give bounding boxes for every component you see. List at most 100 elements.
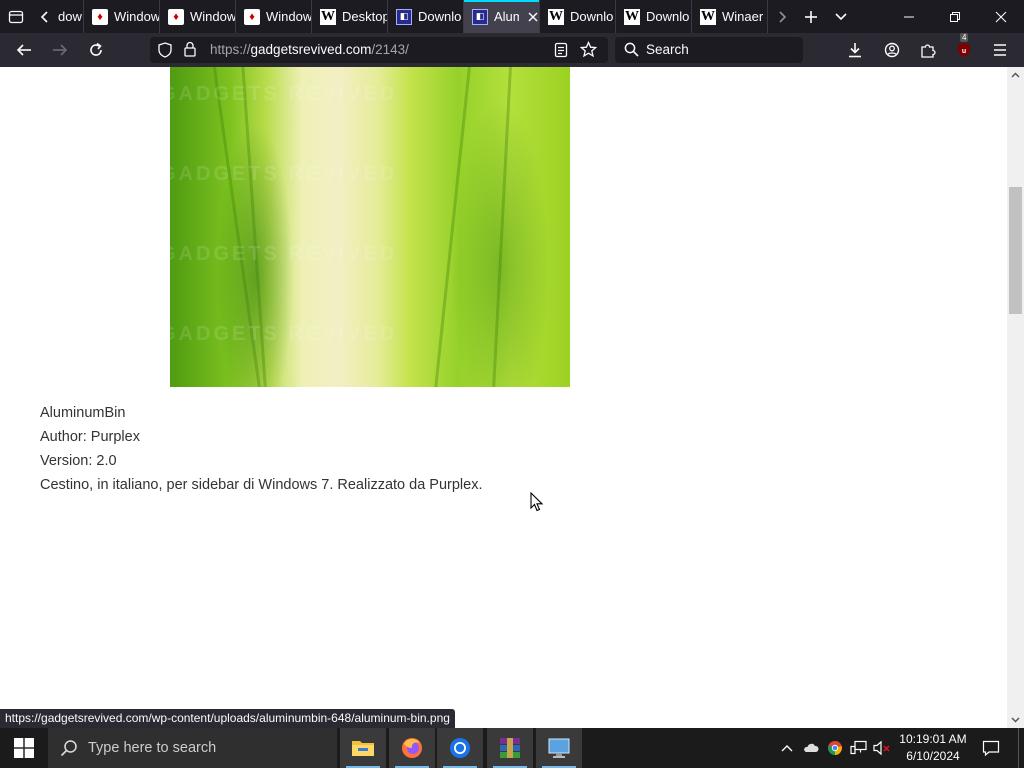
show-hidden-icons-button[interactable] <box>777 728 797 768</box>
url-path: /2143/ <box>371 42 409 57</box>
notification-center-button[interactable] <box>978 728 1004 768</box>
tab-windows-3[interactable]: ♦ Windows <box>236 0 312 33</box>
taskbar-chrome[interactable] <box>437 728 483 768</box>
account-button[interactable] <box>878 36 906 64</box>
taskbar-winrar[interactable] <box>487 728 533 768</box>
list-all-tabs-button[interactable] <box>829 0 853 33</box>
bookmark-star-icon[interactable] <box>579 40 598 63</box>
url-scheme: https:// <box>210 42 251 57</box>
tab-desktop[interactable]: W Desktop <box>312 0 388 33</box>
tab-strip: dow ♦ Windows ♦ Windows ♦ Windows W Desk… <box>0 0 1024 33</box>
link-status-bar: https://gadgetsrevived.com/wp-content/up… <box>0 709 455 728</box>
tab-winaero[interactable]: W Winaer <box>692 0 768 33</box>
scroll-tabs-left-button[interactable] <box>34 0 56 33</box>
scroll-down-arrow-icon[interactable] <box>1007 712 1024 728</box>
cloud-icon <box>804 743 819 752</box>
tab-windows-2[interactable]: ♦ Windows <box>160 0 236 33</box>
firefox-view-button[interactable] <box>4 0 28 33</box>
arrow-left-icon <box>16 44 31 56</box>
image-watermark: GADGETS REVIVED <box>170 243 398 265</box>
network-button[interactable] <box>849 728 869 768</box>
card-icon: ♦ <box>244 8 260 25</box>
clock-time: 10:19:01 AM <box>899 732 967 746</box>
firefox-view-icon <box>8 10 24 23</box>
start-button[interactable] <box>0 728 48 768</box>
gadget-name: AluminumBin <box>40 405 126 421</box>
scroll-tabs-right-button[interactable] <box>771 0 793 33</box>
tab-windows-1[interactable]: ♦ Windows <box>84 0 160 33</box>
notification-icon <box>982 740 1000 757</box>
download-arrow-icon <box>849 43 861 58</box>
tab-title: Downlo <box>418 9 462 24</box>
windows-logo-icon <box>14 738 34 758</box>
download-icon: ◧ <box>472 8 488 25</box>
show-desktop-button[interactable] <box>1018 728 1024 768</box>
taskbar-file-explorer[interactable] <box>340 728 386 768</box>
scroll-up-arrow-icon[interactable] <box>1007 67 1024 83</box>
tab-download-3[interactable]: W Downlo <box>616 0 692 33</box>
volume-button[interactable] <box>872 728 892 768</box>
taskbar-firefox[interactable] <box>389 728 435 768</box>
close-icon <box>995 11 1007 22</box>
chrome-icon <box>828 741 842 755</box>
tab-title: Windows <box>266 9 311 24</box>
winrar-icon <box>500 738 520 758</box>
chevron-down-icon <box>835 12 847 20</box>
tab-download-2[interactable]: W Downlo <box>540 0 616 33</box>
card-icon: ♦ <box>168 8 184 25</box>
image-watermark: GADGETS REVIVED <box>170 323 398 345</box>
address-bar[interactable]: https://gadgetsrevived.com/2143/ <box>150 37 608 63</box>
chrome-icon <box>450 738 470 758</box>
taskbar-search-placeholder: Type here to search <box>88 740 217 756</box>
minimize-button[interactable] <box>886 0 932 33</box>
search-placeholder: Search <box>646 42 689 57</box>
ublock-button[interactable]: u 4 <box>950 33 978 64</box>
close-tab-button[interactable] <box>527 11 539 23</box>
w-icon: W <box>548 8 564 25</box>
taskbar-search-box[interactable]: Type here to search <box>48 728 337 768</box>
reader-view-icon[interactable] <box>554 42 568 63</box>
reload-button[interactable] <box>82 36 110 64</box>
downloads-button[interactable] <box>841 36 869 64</box>
tab-title: Alum <box>494 9 519 24</box>
gadget-preview-image[interactable]: GADGETS REVIVED GADGETS REVIVED GADGETS … <box>170 67 570 387</box>
network-icon <box>850 740 867 755</box>
tab-aluminumbin[interactable]: ◧ Alum <box>464 0 540 33</box>
taskbar-clock[interactable]: 10:19:01 AM 6/10/2024 <box>893 731 973 765</box>
restore-button[interactable] <box>932 0 978 33</box>
extensions-button[interactable] <box>914 36 942 64</box>
close-window-button[interactable] <box>978 0 1024 33</box>
lock-icon[interactable] <box>184 41 196 62</box>
gadget-description-text: Cestino, in italiano, per sidebar di Win… <box>40 477 483 493</box>
new-tab-button[interactable] <box>799 0 823 33</box>
search-bar[interactable]: Search <box>615 37 803 63</box>
download-icon: ◧ <box>396 8 412 25</box>
tab-partial[interactable]: dow <box>54 0 84 33</box>
chevron-right-icon <box>779 10 787 23</box>
tab-title: Downlo <box>570 9 614 24</box>
page-scrollbar[interactable] <box>1007 67 1024 728</box>
tab-title: Windows <box>114 9 159 24</box>
app-menu-button[interactable] <box>986 36 1014 64</box>
w-icon: W <box>700 8 716 25</box>
windows-taskbar: Type here to search 10:19:01 AM 6/10/202… <box>0 728 1024 768</box>
ublock-icon: u <box>958 43 970 57</box>
w-icon: W <box>320 8 336 25</box>
monitor-icon <box>548 738 570 758</box>
search-icon <box>60 739 78 761</box>
firefox-icon <box>402 738 422 758</box>
hamburger-menu-icon <box>994 44 1006 56</box>
back-button[interactable] <box>10 36 38 64</box>
forward-button[interactable] <box>46 36 74 64</box>
tray-chrome[interactable] <box>825 728 845 768</box>
image-watermark: GADGETS REVIVED <box>170 163 398 185</box>
scrollbar-thumb[interactable] <box>1009 187 1022 314</box>
url-text[interactable]: https://gadgetsrevived.com/2143/ <box>210 42 409 57</box>
plus-icon <box>805 10 817 23</box>
shield-icon[interactable] <box>158 42 172 63</box>
url-host: gadgetsrevived.com <box>250 42 372 57</box>
tray-app-icon[interactable] <box>801 728 821 768</box>
tab-title: Downlo <box>646 9 690 24</box>
taskbar-remote-desktop[interactable] <box>536 728 582 768</box>
tab-download-1[interactable]: ◧ Downlo <box>388 0 464 33</box>
